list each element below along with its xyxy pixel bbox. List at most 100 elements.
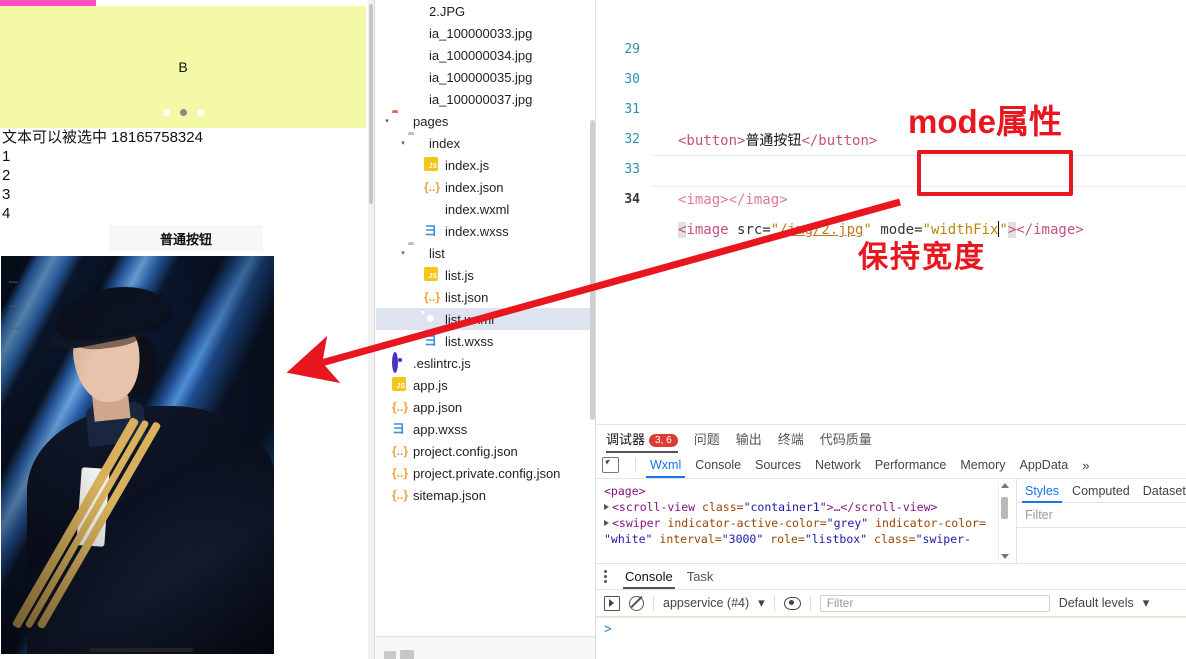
tab-appdata[interactable]: AppData	[1020, 458, 1069, 472]
file-tree-item-list[interactable]: ▾ list	[376, 242, 596, 264]
file-tree-item--eslintrc-js[interactable]: .eslintrc.js	[376, 352, 596, 374]
file-tree-item-ia-100000034-jpg[interactable]: ia_100000034.jpg	[376, 44, 596, 66]
chevron-down-icon[interactable]: ▾	[758, 595, 765, 611]
swiper-dot-active[interactable]	[179, 109, 187, 116]
clear-console-icon[interactable]	[629, 595, 644, 611]
file-tree-item-index-wxss[interactable]: ヨ index.wxss	[376, 220, 596, 242]
image-file-icon	[408, 69, 424, 85]
file-tree-item-ia-100000035-jpg[interactable]: ia_100000035.jpg	[376, 66, 596, 88]
file-tree-item-label: list.wxml	[445, 311, 495, 327]
simulator-scroll-indicator[interactable]	[89, 648, 193, 652]
editor-line[interactable]: 32	[596, 95, 1186, 147]
file-tree-item-app-json[interactable]: {..} app.json	[376, 396, 596, 418]
file-tree-item-app-js[interactable]: JS app.js	[376, 374, 596, 396]
tab-wxml[interactable]: Wxml	[645, 458, 686, 478]
chevron-down-icon[interactable]: ▾	[382, 117, 392, 125]
panel-divider[interactable]	[374, 0, 375, 659]
src-value-link[interactable]: /img/2.jpg	[779, 222, 863, 238]
scroll-down-icon[interactable]	[1001, 554, 1009, 559]
wxml-tree-pane[interactable]: <page> <scroll-view class="container1">……	[596, 479, 1016, 563]
wxml-scrollbar[interactable]	[998, 481, 1010, 561]
more-options-icon[interactable]	[604, 570, 607, 583]
tab-styles[interactable]: Styles	[1021, 484, 1063, 503]
swiper-dot[interactable]	[162, 109, 170, 116]
file-tree-item-label: index.wxml	[445, 201, 510, 217]
inspect-element-icon[interactable]	[602, 457, 619, 473]
file-tree-item-app-wxss[interactable]: ヨ app.wxss	[376, 418, 596, 440]
tab-output[interactable]: 输出	[736, 429, 762, 448]
tab-console[interactable]: Console	[695, 458, 741, 472]
devtools-panel-tabs[interactable]: Wxml Console Sources Network Performance…	[596, 452, 1186, 479]
swiper-component[interactable]: B	[0, 6, 366, 128]
mode-value[interactable]: widthFix	[931, 222, 998, 238]
file-tree-bottom-section[interactable]	[376, 637, 596, 659]
wxml-node[interactable]: <swiper indicator-active-color="grey" in…	[604, 515, 1016, 531]
file-tree-item-pages[interactable]: ▾ pages	[376, 110, 596, 132]
expand-triangle-icon[interactable]	[604, 504, 609, 510]
tab-task[interactable]: Task	[687, 569, 714, 584]
more-tabs-icon[interactable]: »	[1082, 458, 1089, 473]
file-tree-item-label: list.js	[445, 267, 474, 283]
file-tree-item-ia-100000037-jpg[interactable]: ia_100000037.jpg	[376, 88, 596, 110]
wxml-node[interactable]: <scroll-view class="container1">…</scrol…	[604, 499, 1016, 515]
tab-performance[interactable]: Performance	[875, 458, 947, 472]
tab-console-bottom[interactable]: Console	[623, 569, 675, 589]
styles-pane-tabs[interactable]: Styles Computed Dataset	[1017, 479, 1186, 503]
editor-line[interactable]: 33 <imag></imag>	[596, 125, 1186, 208]
code-editor[interactable]: 29 30 31 <button>普通按钮</button> 32 33 <im…	[596, 0, 1186, 424]
expand-triangle-icon[interactable]	[604, 520, 609, 526]
live-expression-icon[interactable]	[783, 596, 801, 610]
file-tree-item-list-wxml[interactable]: list.wxml	[376, 308, 596, 330]
devtools-top-tabs[interactable]: 调试器 3, 6 问题 输出 终端 代码质量	[596, 425, 1186, 453]
line-content[interactable]: <imag></imag>	[678, 185, 788, 215]
tab-memory[interactable]: Memory	[960, 458, 1005, 472]
tab-computed[interactable]: Computed	[1072, 484, 1130, 498]
console-levels-selector[interactable]: Default levels	[1059, 596, 1134, 610]
file-tree-item-ia-100000033-jpg[interactable]: ia_100000033.jpg	[376, 22, 596, 44]
file-tree-item-index-js[interactable]: JS index.js	[376, 154, 596, 176]
editor-line[interactable]: 29	[596, 5, 1186, 57]
folder-icon	[408, 245, 424, 261]
chevron-down-icon[interactable]: ▾	[398, 249, 408, 257]
editor-line[interactable]: 30	[596, 35, 1186, 87]
file-tree-item-index[interactable]: ▾ index	[376, 132, 596, 154]
tab-terminal[interactable]: 终端	[778, 429, 804, 448]
tab-dataset[interactable]: Dataset	[1143, 484, 1186, 498]
console-toolbar[interactable]: appservice (#4) ▾ Filter Default levels …	[596, 590, 1186, 617]
console-output[interactable]: >	[596, 617, 1186, 637]
file-tree-item-project-private-config-json[interactable]: {..} project.private.config.json	[376, 462, 596, 484]
scroll-up-icon[interactable]	[1001, 483, 1009, 488]
styles-filter-input[interactable]: Filter	[1017, 503, 1186, 528]
execute-icon[interactable]	[604, 595, 620, 611]
file-tree-item-list-wxss[interactable]: ヨ list.wxss	[376, 330, 596, 352]
simulator-normal-button[interactable]: 普通按钮	[109, 225, 263, 251]
chevron-down-icon[interactable]: ▾	[398, 139, 408, 147]
swiper-indicator-dots[interactable]	[0, 109, 366, 116]
line-content[interactable]: <image src="/img/2.jpg" mode="widthFix">…	[678, 215, 1084, 245]
file-tree-item-project-config-json[interactable]: {..} project.config.json	[376, 440, 596, 462]
selectable-text-line[interactable]: 文本可以被选中 18165758324	[0, 128, 366, 147]
file-tree-item-list-json[interactable]: {..} list.json	[376, 286, 596, 308]
file-tree-item-list-js[interactable]: JS list.js	[376, 264, 596, 286]
editor-line[interactable]: 31 <button>普通按钮</button>	[596, 65, 1186, 149]
tab-debugger[interactable]: 调试器 3, 6	[606, 429, 678, 453]
wxml-node-wrap[interactable]: "white" interval="3000" role="listbox" c…	[604, 531, 1016, 547]
tab-sources[interactable]: Sources	[755, 458, 801, 472]
file-tree-item-index-wxml[interactable]: index.wxml	[376, 198, 596, 220]
tab-network[interactable]: Network	[815, 458, 861, 472]
console-tabs[interactable]: Console Task	[596, 563, 1186, 590]
file-tree-item-sitemap-json[interactable]: {..} sitemap.json	[376, 484, 596, 506]
file-tree-item-2-jpg[interactable]: 2.JPG	[376, 0, 596, 22]
swiper-dot[interactable]	[196, 109, 204, 116]
json-file-icon: {..}	[424, 290, 441, 304]
tab-code-quality[interactable]: 代码质量	[820, 429, 872, 448]
simulator-image-preview[interactable]: ■■■■ ■ ■■ ■■■■■■	[1, 256, 274, 654]
console-context-selector[interactable]: appservice (#4)	[663, 596, 749, 610]
console-filter-input[interactable]: Filter	[819, 594, 1050, 612]
wxml-root-node[interactable]: <page>	[604, 483, 1016, 499]
file-tree-item-index-json[interactable]: {..} index.json	[376, 176, 596, 198]
editor-line-current[interactable]: 34 <image src="/img/2.jpg" mode="widthFi…	[596, 155, 1186, 238]
scrollbar-thumb[interactable]	[1001, 497, 1008, 519]
tab-problems[interactable]: 问题	[694, 429, 720, 448]
chevron-down-icon[interactable]: ▾	[1143, 595, 1150, 611]
